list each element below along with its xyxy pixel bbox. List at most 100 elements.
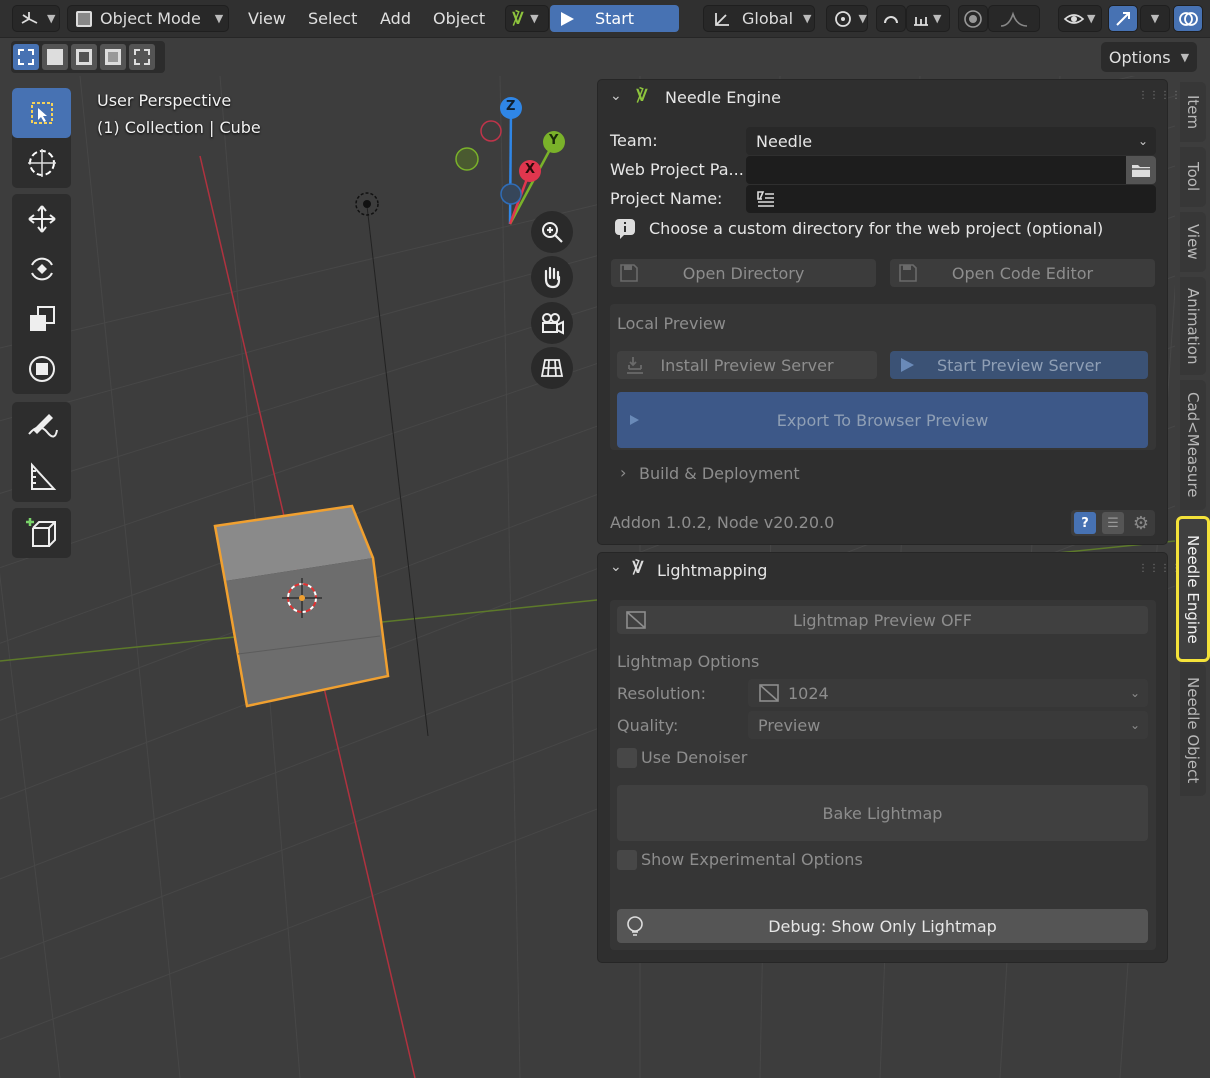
move-arrows-icon [27, 205, 56, 233]
visibility-dropdown[interactable]: ▼ [1058, 5, 1102, 32]
transform-tool[interactable] [12, 344, 71, 394]
project-name-field[interactable] [746, 185, 1156, 213]
tab-item[interactable]: Item [1180, 82, 1206, 142]
open-directory-label: Open Directory [682, 263, 805, 283]
snap-toggle[interactable] [876, 5, 906, 32]
tab-label: Item [1184, 94, 1202, 130]
select-new-button[interactable] [13, 44, 39, 70]
help-icon[interactable]: ? [1074, 512, 1096, 534]
select-invert-button[interactable] [100, 44, 126, 70]
measure-tool[interactable] [12, 452, 71, 502]
tab-label: Cad<Measure [1184, 392, 1202, 498]
chevron-down-icon: ⌄ [1129, 718, 1140, 732]
transform-orientation-dropdown[interactable]: Global ▼ [703, 5, 815, 32]
gizmo-toggle[interactable] [1108, 5, 1138, 32]
select-intersect-icon [134, 49, 150, 65]
falloff-dropdown[interactable] [988, 5, 1040, 32]
select-invert-icon [105, 49, 121, 65]
collapse-chevron-icon[interactable]: ⌄ [610, 88, 622, 104]
list-icon[interactable]: ☰ [1102, 512, 1124, 534]
show-experimental-checkbox[interactable] [617, 850, 637, 870]
tool-header: Options ▼ [0, 38, 1210, 76]
tab-needle-engine[interactable]: Needle Engine [1176, 516, 1210, 662]
navigation-gizmo[interactable] [455, 97, 565, 225]
chevron-down-icon: ▼ [858, 12, 867, 25]
pivot-point-dropdown[interactable]: ▼ [826, 5, 868, 32]
chevron-down-icon: ▼ [530, 12, 539, 25]
install-icon [627, 357, 643, 374]
tab-label: Tool [1184, 162, 1202, 192]
needle-dropdown[interactable]: ℣ ▼ [505, 5, 549, 32]
ortho-toggle-button[interactable] [531, 347, 573, 389]
overlays-toggle[interactable] [1173, 5, 1203, 32]
annotate-tool[interactable] [12, 402, 71, 452]
open-directory-button[interactable]: Open Directory [611, 259, 876, 287]
needle-logo-icon: ℣ [512, 9, 525, 28]
menu-select[interactable]: Select [300, 5, 365, 32]
lightmap-preview-toggle[interactable]: Lightmap Preview OFF [617, 606, 1148, 634]
lightbulb-icon [627, 916, 643, 936]
collapse-chevron-icon[interactable]: ⌄ [610, 559, 622, 575]
mode-dropdown[interactable]: Object Mode ▼ [67, 5, 229, 32]
lightmap-box: Lightmap Preview OFF Lightmap Options Re… [610, 600, 1156, 950]
select-extend-button[interactable] [42, 44, 68, 70]
build-deployment-toggle[interactable]: Build & Deployment [639, 464, 800, 483]
menu-add[interactable]: Add [372, 5, 419, 32]
resolution-value: 1024 [788, 683, 829, 703]
collection-label: (1) Collection | Cube [97, 118, 261, 137]
export-to-browser-button[interactable]: Export To Browser Preview [617, 392, 1148, 448]
lightmap-options-title: Lightmap Options [617, 652, 760, 671]
tab-label: Needle Object [1184, 676, 1202, 784]
team-dropdown[interactable]: Needle ⌄ [746, 127, 1156, 155]
tab-needle-object[interactable]: Needle Object [1180, 664, 1206, 796]
move-tool[interactable] [12, 194, 71, 244]
scale-tool[interactable] [12, 294, 71, 344]
expand-chevron-icon[interactable]: › [620, 463, 626, 482]
tab-animation[interactable]: Animation [1180, 277, 1206, 375]
start-button[interactable]: Start [550, 5, 679, 32]
options-dropdown[interactable]: Options ▼ [1101, 42, 1197, 72]
viewport-header: ▼ Object Mode ▼ View Select Add Object ℣… [0, 0, 1210, 38]
add-cube-tool[interactable] [12, 508, 71, 558]
start-preview-server-button[interactable]: Start Preview Server [890, 351, 1148, 379]
debug-show-only-lightmap-button[interactable]: Debug: Show Only Lightmap [617, 909, 1148, 943]
select-subtract-button[interactable] [71, 44, 97, 70]
drag-handle-icon[interactable]: ⋮⋮⋮⋮ [1138, 90, 1182, 101]
resolution-dropdown[interactable]: 1024 ⌄ [748, 679, 1148, 707]
panel-title[interactable]: Lightmapping [657, 561, 767, 580]
hand-icon [544, 266, 561, 289]
image-icon [759, 684, 779, 702]
menu-view[interactable]: View [240, 5, 294, 32]
menu-object[interactable]: Object [425, 5, 493, 32]
select-box-tool[interactable] [12, 88, 71, 138]
select-intersect-button[interactable] [129, 44, 155, 70]
camera-view-button[interactable] [531, 302, 573, 344]
gear-icon[interactable]: ⚙ [1130, 512, 1152, 534]
gizmo-dropdown[interactable]: ▼ [1140, 5, 1170, 32]
tab-view[interactable]: View [1180, 212, 1206, 272]
bake-lightmap-button[interactable]: Bake Lightmap [617, 785, 1148, 841]
proportional-edit-toggle[interactable] [958, 5, 988, 32]
use-denoiser-checkbox[interactable] [617, 748, 637, 768]
snap-target-dropdown[interactable]: ▼ [906, 5, 950, 32]
project-name-label: Project Name: [610, 189, 723, 208]
web-project-path-field[interactable] [746, 156, 1126, 184]
pan-button[interactable] [531, 256, 573, 298]
install-preview-server-button[interactable]: Install Preview Server [617, 351, 877, 379]
select-cursor-icon [30, 102, 53, 124]
open-code-editor-label: Open Code Editor [951, 263, 1094, 283]
tab-tool[interactable]: Tool [1180, 147, 1206, 207]
cursor-tool[interactable] [12, 138, 71, 188]
select-box-icon [18, 49, 34, 65]
browse-folder-button[interactable] [1126, 156, 1156, 184]
quality-label: Quality: [617, 716, 679, 735]
falloff-curve-icon [1000, 10, 1028, 27]
tab-cad-measure[interactable]: Cad<Measure [1180, 380, 1206, 510]
open-code-editor-button[interactable]: Open Code Editor [890, 259, 1155, 287]
tool-shelf-transform [12, 194, 71, 394]
editor-type-selector[interactable]: ▼ [12, 5, 60, 32]
rotate-tool[interactable] [12, 244, 71, 294]
zoom-button[interactable] [531, 211, 573, 253]
quality-dropdown[interactable]: Preview ⌄ [748, 711, 1148, 739]
panel-title[interactable]: Needle Engine [665, 88, 781, 107]
